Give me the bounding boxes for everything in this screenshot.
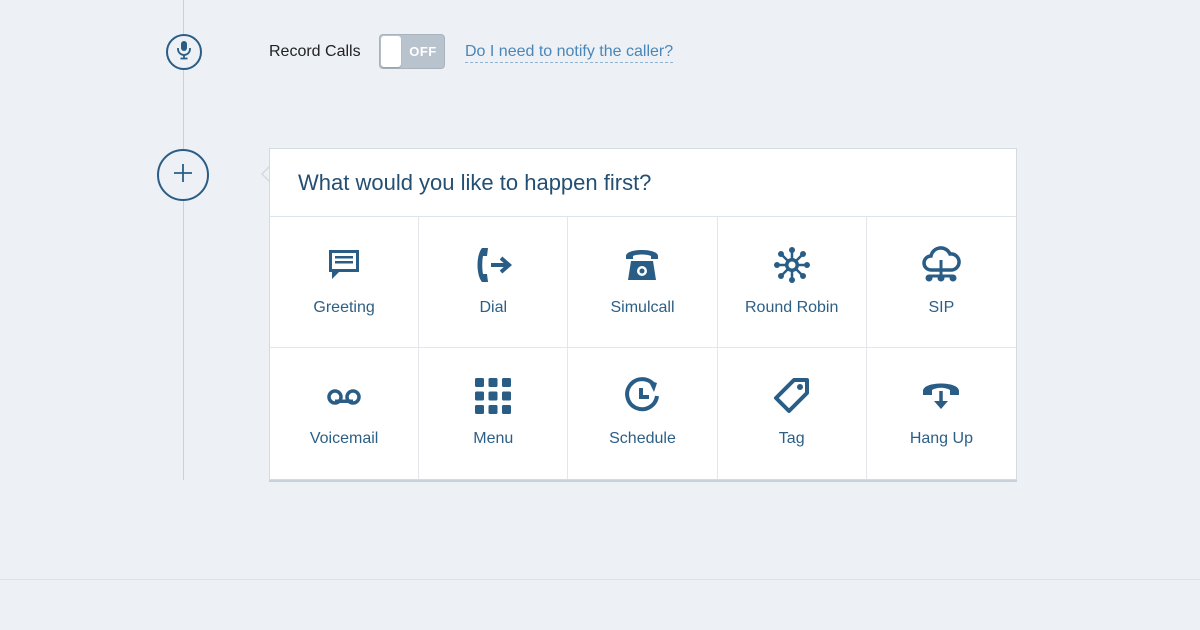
option-label: Round Robin	[744, 299, 839, 316]
keypad-icon	[473, 376, 513, 416]
first-action-chooser: What would you like to happen first? Gre…	[269, 148, 1017, 480]
option-label: Menu	[473, 430, 514, 447]
record-step-node	[166, 34, 202, 70]
option-label: Hang Up	[909, 430, 973, 447]
option-label: Simulcall	[610, 299, 675, 316]
option-label: Dial	[479, 299, 508, 316]
option-menu[interactable]: Menu	[419, 348, 569, 479]
option-label: SIP	[928, 299, 955, 316]
add-step-button[interactable]	[157, 149, 209, 201]
phone-forward-icon	[473, 245, 513, 285]
toggle-knob[interactable]	[381, 36, 401, 67]
microphone-icon	[175, 40, 193, 65]
action-grid: Greeting Dial Simulcall Round Robin SIP …	[270, 217, 1016, 479]
call-flow-editor: Record Calls OFF Do I need to notify the…	[0, 0, 1200, 630]
option-voicemail[interactable]: Voicemail	[270, 348, 420, 479]
plus-icon	[172, 162, 194, 189]
notify-caller-help-link[interactable]: Do I need to notify the caller?	[465, 42, 674, 63]
toggle-state-text: OFF	[409, 44, 437, 59]
option-sip[interactable]: SIP	[866, 217, 1016, 348]
option-label: Greeting	[313, 299, 375, 316]
option-schedule[interactable]: Schedule	[568, 348, 718, 479]
voicemail-icon	[324, 376, 364, 416]
cloud-network-icon	[921, 245, 962, 285]
footer-divider	[0, 579, 1200, 580]
tag-icon	[772, 376, 812, 416]
option-dial[interactable]: Dial	[419, 217, 569, 348]
option-label: Voicemail	[309, 430, 379, 447]
option-label: Tag	[778, 430, 805, 447]
timeline-line	[183, 0, 184, 480]
record-calls-toggle[interactable]: OFF	[379, 34, 445, 69]
option-simulcall[interactable]: Simulcall	[568, 217, 718, 348]
option-greeting[interactable]: Greeting	[270, 217, 420, 348]
desk-phone-icon	[622, 245, 662, 285]
speech-bubble-icon	[324, 245, 364, 285]
option-tag[interactable]: Tag	[718, 348, 867, 479]
chooser-title: What would you like to happen first?	[270, 149, 1016, 217]
option-label: Schedule	[609, 430, 676, 447]
option-hang-up[interactable]: Hang Up	[867, 348, 1016, 479]
hang-up-icon	[921, 376, 961, 416]
option-round-robin[interactable]: Round Robin	[717, 217, 867, 348]
record-calls-label: Record Calls	[269, 43, 361, 60]
clock-icon	[622, 376, 662, 416]
round-robin-icon	[772, 245, 812, 285]
